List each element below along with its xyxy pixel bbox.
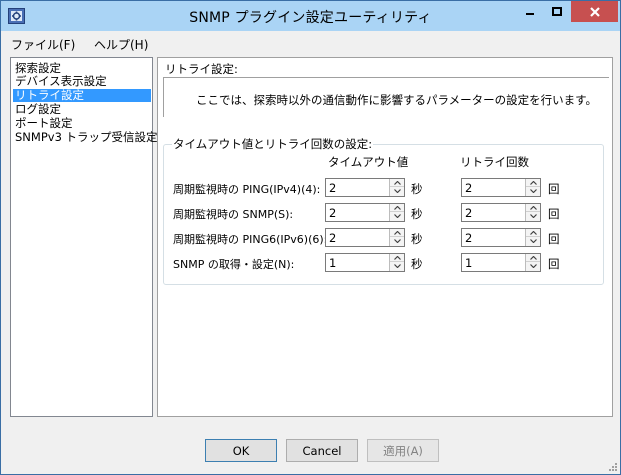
- chevron-up-icon: [529, 255, 537, 260]
- tree-item-device-display[interactable]: デバイス表示設定: [13, 75, 109, 88]
- apply-button[interactable]: 適用(A): [367, 439, 439, 462]
- spin-up-button[interactable]: [390, 229, 404, 237]
- retry-value[interactable]: 1: [465, 256, 472, 270]
- timeout-spinner-ping6-ipv6[interactable]: 2: [325, 228, 405, 247]
- tree-item-log[interactable]: ログ設定: [13, 103, 63, 116]
- retry-unit: 回: [548, 232, 560, 246]
- column-header-timeout: タイムアウト値: [328, 155, 409, 169]
- retry-value[interactable]: 2: [465, 206, 472, 220]
- spin-up-button[interactable]: [526, 229, 540, 237]
- timeout-value[interactable]: 1: [329, 256, 336, 270]
- timeout-spinner-snmp[interactable]: 2: [325, 203, 405, 222]
- timeout-unit: 秒: [411, 182, 423, 196]
- chevron-down-icon: [393, 189, 401, 193]
- retry-spinner-snmp-get-set[interactable]: 1: [461, 253, 541, 272]
- spin-down-button[interactable]: [526, 237, 540, 245]
- menu-help[interactable]: ヘルプ(H): [94, 36, 148, 53]
- description-text: ここでは、探索時以外の通信動作に影響するパラメーターの設定を行います。: [196, 93, 598, 107]
- retry-unit: 回: [548, 257, 560, 271]
- chevron-down-icon: [529, 239, 537, 243]
- chevron-down-icon: [393, 264, 401, 268]
- timeout-value[interactable]: 2: [329, 206, 336, 220]
- column-header-retry: リトライ回数: [460, 155, 529, 169]
- retry-unit: 回: [548, 207, 560, 221]
- spin-down-button[interactable]: [390, 237, 404, 245]
- timeout-value[interactable]: 2: [329, 231, 336, 245]
- spin-up-button[interactable]: [526, 179, 540, 187]
- row-label-snmp: 周期監視時の SNMP(S):: [173, 206, 293, 222]
- tree-item-snmpv3-trap[interactable]: SNMPv3 トラップ受信設定: [13, 131, 160, 144]
- retry-spinner-ping6-ipv6[interactable]: 2: [461, 228, 541, 247]
- chevron-down-icon: [393, 214, 401, 218]
- minimize-button[interactable]: [517, 1, 543, 22]
- chevron-up-icon: [393, 255, 401, 260]
- spin-up-button[interactable]: [390, 204, 404, 212]
- retry-spinner-ping-ipv4[interactable]: 2: [461, 178, 541, 197]
- spin-down-button[interactable]: [390, 262, 404, 270]
- close-button[interactable]: [571, 1, 618, 22]
- timeout-spinner-ping-ipv4[interactable]: 2: [325, 178, 405, 197]
- timeout-value[interactable]: 2: [329, 181, 336, 195]
- spin-down-button[interactable]: [390, 212, 404, 220]
- spin-down-button[interactable]: [526, 212, 540, 220]
- cancel-button[interactable]: Cancel: [286, 439, 358, 462]
- spinner-buttons: [389, 254, 404, 271]
- chevron-down-icon: [529, 214, 537, 218]
- retry-spinner-snmp[interactable]: 2: [461, 203, 541, 222]
- spinner-buttons: [525, 229, 540, 246]
- tree-item-port[interactable]: ポート設定: [13, 117, 75, 130]
- spin-down-button[interactable]: [526, 187, 540, 195]
- spin-down-button[interactable]: [390, 187, 404, 195]
- row-label-ping6-ipv6: 周期監視時の PING6(IPv6)(6):: [173, 231, 327, 247]
- chevron-up-icon: [393, 230, 401, 235]
- resize-grip-icon[interactable]: [607, 461, 617, 471]
- chevron-up-icon: [529, 205, 537, 210]
- chevron-up-icon: [529, 230, 537, 235]
- ok-button[interactable]: OK: [205, 439, 277, 462]
- menu-file[interactable]: ファイル(F): [11, 36, 75, 53]
- row-label-text: SNMP の取得・設定(N):: [173, 258, 295, 271]
- spinner-buttons: [389, 229, 404, 246]
- chevron-up-icon: [529, 180, 537, 185]
- spinner-buttons: [525, 204, 540, 221]
- timeout-unit: 秒: [411, 207, 423, 221]
- minimize-icon: [526, 12, 534, 15]
- close-icon: [589, 6, 600, 17]
- timeout-unit: 秒: [411, 232, 423, 246]
- chevron-up-icon: [393, 205, 401, 210]
- timeout-unit: 秒: [411, 257, 423, 271]
- title-bar[interactable]: SNMP プラグイン設定ユーティリティ: [1, 1, 620, 31]
- row-label-text: 周期監視時の PING6(IPv6)(6):: [173, 233, 328, 246]
- settings-tree[interactable]: 探索設定 デバイス表示設定 リトライ設定 ログ設定 ポート設定 SNMPv3 ト…: [10, 57, 158, 417]
- row-label-text: 周期監視時の SNMP(S):: [173, 208, 294, 221]
- spinner-buttons: [389, 204, 404, 221]
- spinner-buttons: [389, 179, 404, 196]
- chevron-down-icon: [529, 264, 537, 268]
- tree-item-retry[interactable]: リトライ設定: [13, 89, 151, 102]
- spinner-buttons: [525, 179, 540, 196]
- spin-up-button[interactable]: [526, 254, 540, 262]
- maximize-icon: [552, 6, 562, 16]
- chevron-up-icon: [393, 180, 401, 185]
- retry-value[interactable]: 2: [465, 231, 472, 245]
- retry-unit: 回: [548, 182, 560, 196]
- group-label: タイムアウト値とリトライ回数の設定:: [172, 136, 374, 152]
- spin-up-button[interactable]: [390, 179, 404, 187]
- retry-value[interactable]: 2: [465, 181, 472, 195]
- chevron-down-icon: [393, 239, 401, 243]
- spin-up-button[interactable]: [526, 204, 540, 212]
- row-label-ping-ipv4: 周期監視時の PING(IPv4)(4):: [173, 181, 320, 197]
- chevron-down-icon: [529, 189, 537, 193]
- main-window: SNMP プラグイン設定ユーティリティ ファイル(F) ヘルプ(H) 探索設定 …: [0, 0, 621, 475]
- maximize-button[interactable]: [544, 1, 570, 22]
- spinner-buttons: [525, 254, 540, 271]
- settings-panel: リトライ設定: ここでは、探索時以外の通信動作に影響するパラメーターの設定を行い…: [157, 57, 613, 417]
- section-title: リトライ設定:: [165, 62, 238, 76]
- spin-up-button[interactable]: [390, 254, 404, 262]
- row-label-text: 周期監視時の PING(IPv4)(4):: [173, 183, 321, 196]
- row-label-snmp-get-set: SNMP の取得・設定(N):: [173, 256, 294, 272]
- spin-down-button[interactable]: [526, 262, 540, 270]
- menu-bar: ファイル(F) ヘルプ(H): [1, 31, 620, 55]
- timeout-spinner-snmp-get-set[interactable]: 1: [325, 253, 405, 272]
